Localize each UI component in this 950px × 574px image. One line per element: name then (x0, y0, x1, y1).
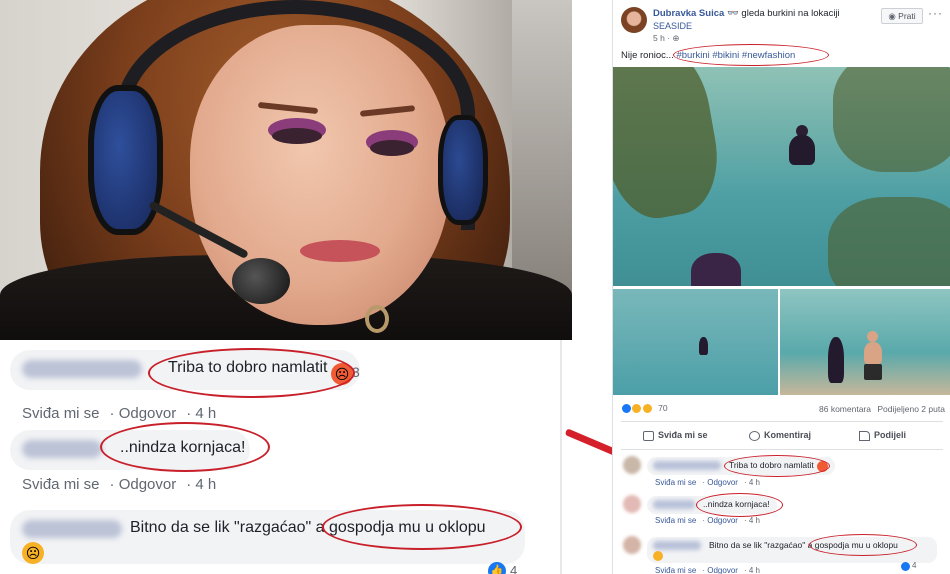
reaction-count: 4 (912, 561, 917, 570)
commenter-avatar[interactable] (623, 495, 641, 513)
rss-icon: ◉ (888, 11, 896, 21)
photo-earring (365, 305, 389, 333)
post-photo-main[interactable] (613, 67, 950, 286)
shares-count-link[interactable]: Podijeljeno 2 puta (877, 404, 945, 414)
highlight-oval (809, 534, 917, 556)
headphones-left-cup (88, 85, 163, 235)
comment-time[interactable]: 4 h (195, 405, 216, 422)
post-photo-bottom-left[interactable] (613, 289, 778, 395)
share-button[interactable]: Podijeli (859, 430, 906, 441)
post-actions: Sviđa mi se Komentiraj Podijeli (613, 428, 950, 446)
highlight-oval (100, 422, 270, 472)
reaction-count: 70 (658, 403, 668, 413)
blurred-author-name[interactable] (653, 541, 701, 550)
highlight-oval (724, 455, 830, 477)
more-options-icon[interactable]: ··· (928, 6, 943, 20)
headshot-photo (0, 0, 572, 340)
zoomed-comments-panel: Triba to dobro namlatit ☹ 3 Sviđa mi se ·… (0, 340, 562, 574)
photo-person-man (864, 342, 882, 364)
photo-person-distant (699, 337, 708, 355)
sad-face-icon[interactable] (653, 551, 663, 561)
like-button[interactable]: Sviđa mi se (643, 430, 708, 441)
divider (621, 421, 943, 422)
like-reaction-icon[interactable]: 👍 (488, 562, 506, 574)
facebook-post: Dubravka Suica 👓 gleda burkini na lokaci… (612, 0, 950, 574)
like-label: Sviđa mi se (658, 430, 708, 440)
comment-meta: Sviđa mi se · Odgovor · 4 h (655, 516, 760, 525)
post-header: Dubravka Suica 👓 gleda burkini na lokaci… (653, 8, 840, 19)
photo-person-shorts (864, 364, 882, 380)
reply-link[interactable]: Odgovor (119, 476, 177, 493)
divider (621, 449, 943, 450)
comment-time[interactable]: 4 h (749, 566, 760, 574)
haha-reaction-icon (631, 403, 643, 415)
wow-reaction-icon (641, 403, 653, 415)
blurred-author-name[interactable] (653, 500, 695, 509)
commenter-avatar[interactable] (623, 456, 641, 474)
highlight-oval (696, 493, 783, 517)
commenter-avatar[interactable] (623, 536, 641, 554)
author-name[interactable]: Dubravka Suica (653, 8, 724, 19)
headphones-band (115, 0, 475, 230)
reply-link[interactable]: Odgovor (119, 405, 177, 422)
reactions-summary[interactable]: 70 (621, 403, 668, 415)
post-photo-bottom-right[interactable] (780, 289, 950, 395)
follow-label: Prati (898, 11, 916, 21)
blurred-author-name[interactable] (22, 440, 102, 458)
comment-meta: Sviđa mi se · Odgovor · 4 h (655, 478, 760, 487)
glasses-emoji-icon: 👓 (726, 8, 739, 19)
location-link[interactable]: SEASIDE (653, 21, 692, 31)
share-arrow-icon (859, 430, 870, 441)
photo-person-head (867, 331, 878, 342)
comment-meta: Sviđa mi se · Odgovor · 4 h (22, 476, 217, 493)
photo-foliage (833, 67, 950, 172)
comment-time[interactable]: 4 h (749, 516, 760, 525)
comment-button[interactable]: Komentiraj (749, 430, 811, 441)
comment-meta: Sviđa mi se · Odgovor · 4 h (655, 566, 760, 574)
like-reaction-icon (621, 403, 632, 415)
like-link[interactable]: Sviđa mi se (22, 476, 100, 493)
headphones-right-cup (438, 115, 488, 225)
post-time: 5 h · ⊕ (653, 33, 680, 44)
photo-foliage (613, 67, 727, 226)
share-label: Podijeli (874, 430, 907, 440)
like-link[interactable]: Sviđa mi se (655, 478, 696, 487)
post-text-prefix: Nije ronioc... (621, 50, 674, 61)
highlight-oval (322, 504, 522, 550)
highlight-oval (148, 348, 355, 398)
blurred-author-name[interactable] (653, 461, 721, 470)
follow-button[interactable]: ◉ Prati (881, 8, 923, 24)
like-link[interactable]: Sviđa mi se (655, 516, 696, 525)
post-stats: 86 komentara Podijeljeno 2 puta (819, 404, 945, 414)
photo-person-burkini (789, 135, 815, 165)
author-avatar[interactable] (621, 7, 647, 33)
like-link[interactable]: Sviđa mi se (655, 566, 696, 574)
speech-bubble-icon (749, 430, 760, 441)
post-time-link[interactable]: 5 h (653, 33, 665, 43)
photo-person-burkini (828, 337, 844, 383)
comment-time[interactable]: 4 h (749, 478, 760, 487)
blurred-author-name[interactable] (22, 360, 142, 378)
reply-link[interactable]: Odgovor (707, 566, 738, 574)
comment-meta: Sviđa mi se · Odgovor · 4 h (22, 405, 217, 422)
activity-text: gleda burkini na lokaciji (741, 8, 840, 19)
globe-icon: · ⊕ (667, 33, 680, 43)
sad-face-icon[interactable]: ☹ (22, 542, 44, 564)
photo-lips (300, 240, 380, 262)
comment-time[interactable]: 4 h (195, 476, 216, 493)
comments-count-link[interactable]: 86 komentara (819, 404, 871, 414)
microphone (232, 258, 290, 304)
reaction-count: 4 (510, 563, 518, 574)
like-reaction-icon[interactable] (901, 562, 910, 571)
blurred-author-name[interactable] (22, 520, 122, 538)
reply-link[interactable]: Odgovor (707, 478, 738, 487)
comment-label: Komentiraj (764, 430, 812, 440)
reply-link[interactable]: Odgovor (707, 516, 738, 525)
photo-person-foreground (691, 253, 741, 286)
photo-foliage (828, 197, 950, 286)
like-link[interactable]: Sviđa mi se (22, 405, 100, 422)
highlight-oval-hashtags (673, 44, 829, 66)
thumbs-up-icon (643, 430, 654, 441)
